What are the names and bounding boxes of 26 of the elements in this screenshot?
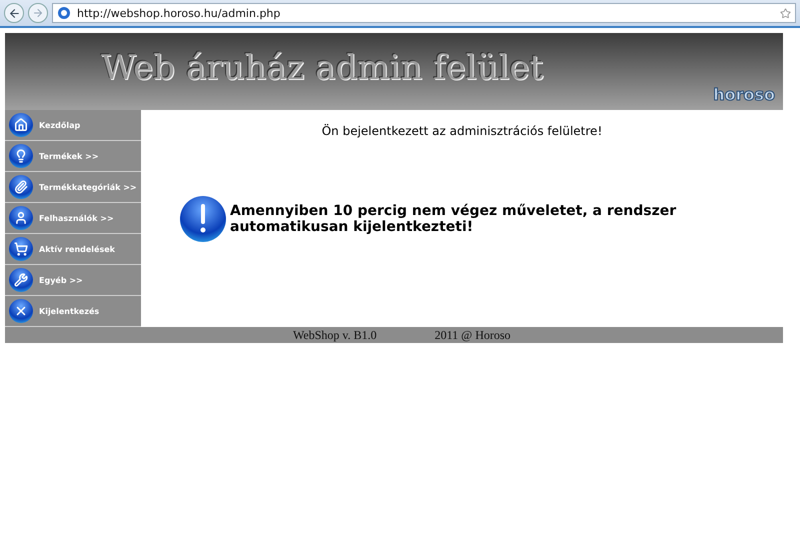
close-icon [9, 299, 33, 323]
back-arrow-icon [8, 6, 20, 20]
site-title: Web áruház admin felület [101, 48, 544, 88]
menu-item[interactable]: Felhasználók >> [5, 203, 141, 234]
user-icon [9, 206, 33, 230]
exclamation-icon [180, 196, 226, 242]
menu-item[interactable]: Aktív rendelések [5, 234, 141, 265]
site-icon [57, 6, 71, 20]
copyright-text: 2011 @ Horoso [434, 328, 511, 342]
warning-message: Amennyiben 10 percig nem végez műveletet, a rendszer automatikusan kijelentkezteti! [230, 202, 678, 236]
address-bar[interactable]: http://webshop.horoso.hu/admin.php [52, 3, 796, 23]
house-icon [9, 113, 33, 137]
welcome-message: Ön bejelentkezett az adminisztrációs felületre! [322, 124, 602, 138]
menu-item[interactable]: Kezdőlap [5, 110, 141, 141]
star-icon[interactable] [780, 8, 791, 18]
cart-icon [9, 237, 33, 261]
menu-item[interactable]: Egyéb >> [5, 265, 141, 296]
back-button[interactable] [4, 3, 24, 23]
logo: horoso [713, 85, 775, 104]
forward-arrow-icon [32, 7, 44, 19]
paperclip-icon [9, 175, 33, 199]
version-text: WebShop v. B1.0 [293, 328, 377, 342]
lightbulb-icon [9, 144, 33, 168]
menu-item[interactable]: Termékek >> [5, 141, 141, 172]
menu-item[interactable]: Termékkategóriák >> [5, 172, 141, 203]
wrench-icon [9, 268, 33, 292]
